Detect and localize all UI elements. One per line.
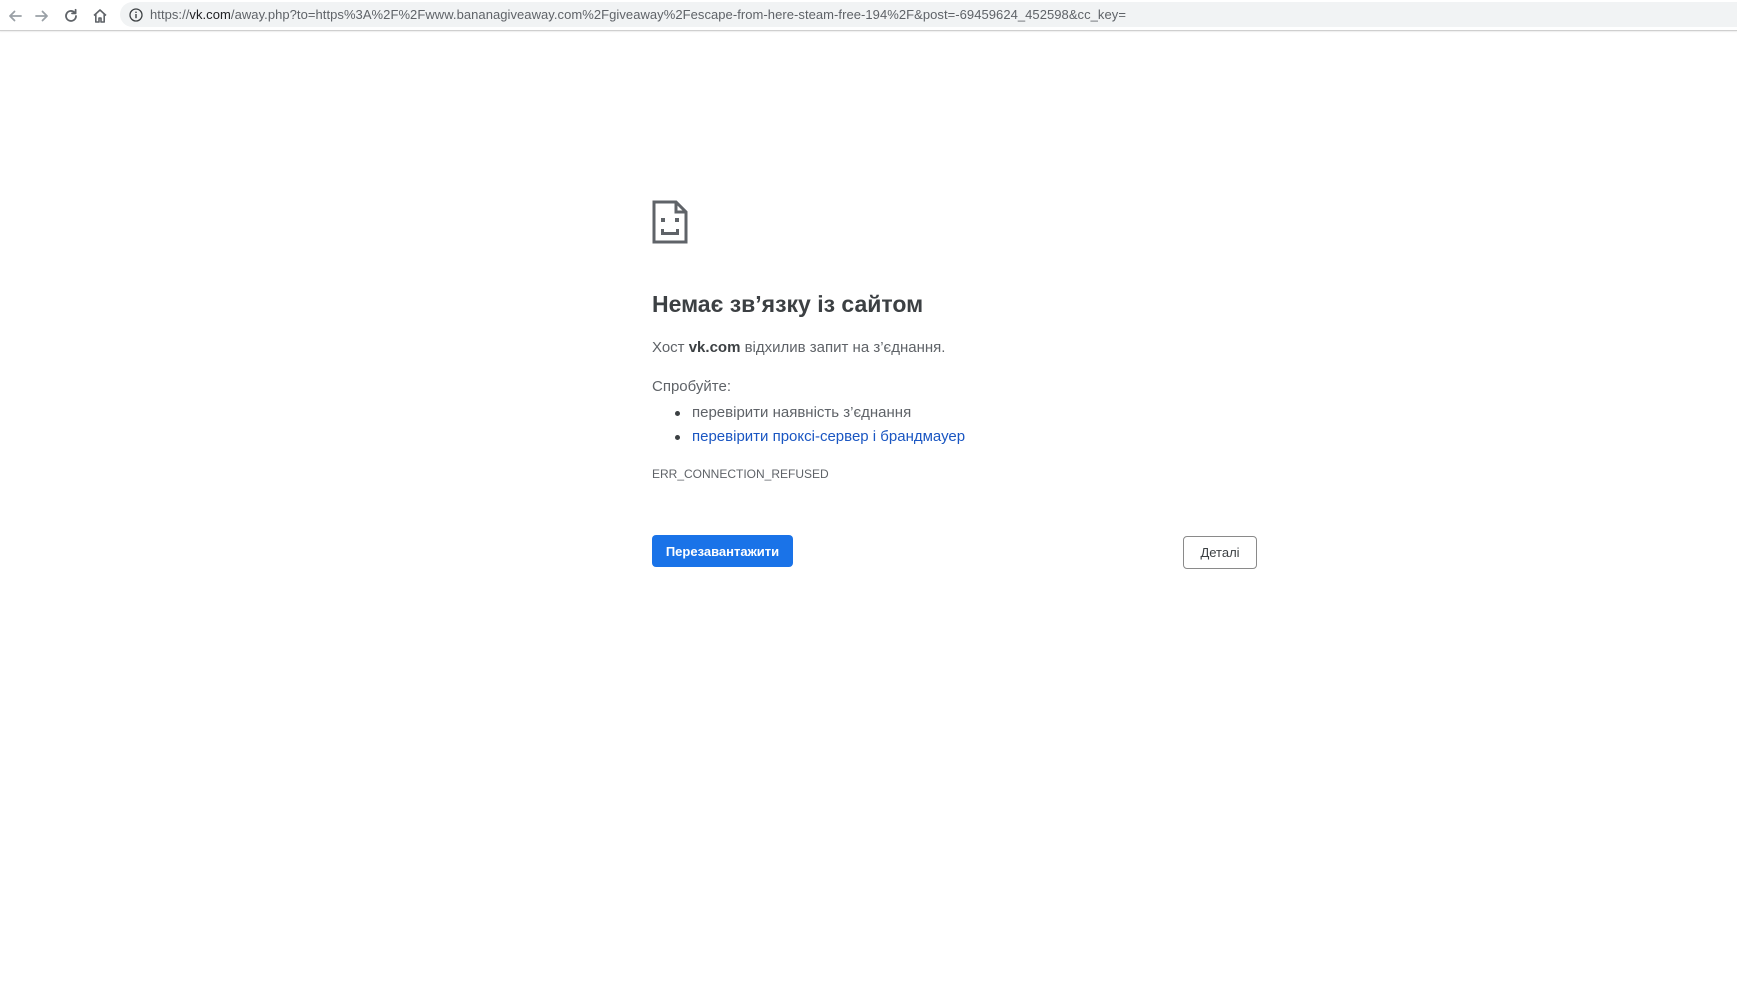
suggestion-check-proxy: перевірити проксі-сервер і брандмауер <box>652 425 965 449</box>
browser-toolbar: https://vk.com/away.php?to=https%3A%2F%2… <box>0 0 1737 31</box>
home-icon <box>93 9 107 23</box>
sad-document-icon <box>652 200 688 244</box>
error-code: ERR_CONNECTION_REFUSED <box>652 467 829 481</box>
page-title: Немає зв’язку із сайтом <box>652 291 924 317</box>
arrow-left-icon <box>9 10 22 22</box>
reload-page-button[interactable] <box>60 5 82 27</box>
try-label: Спробуйте: <box>652 378 731 395</box>
forward-button[interactable] <box>31 5 53 27</box>
suggestion-check-connection: перевірити наявність з’єднання <box>652 401 965 425</box>
address-bar[interactable]: https://vk.com/away.php?to=https%3A%2F%2… <box>120 2 1737 27</box>
details-button[interactable]: Деталі <box>1183 536 1257 569</box>
reload-button[interactable]: Перезавантажити <box>652 535 793 567</box>
back-button[interactable] <box>4 5 26 27</box>
suggestions-list: перевірити наявність з’єднання перевірит… <box>652 401 965 449</box>
arrow-right-icon <box>35 10 48 22</box>
reload-icon <box>65 8 77 22</box>
check-proxy-link[interactable]: перевірити проксі-сервер і брандмауер <box>692 428 965 445</box>
info-icon[interactable] <box>128 7 144 23</box>
url-text: https://vk.com/away.php?to=https%3A%2F%2… <box>150 7 1126 22</box>
error-message: Хост vk.com відхилив запит на з’єднання. <box>652 339 946 356</box>
home-button[interactable] <box>89 5 111 27</box>
host-name: vk.com <box>688 339 741 356</box>
